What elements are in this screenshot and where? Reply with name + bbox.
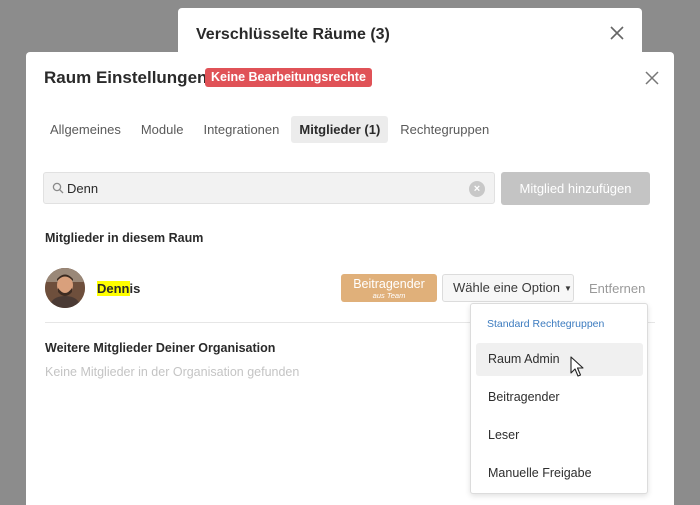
role-badge: Beitragender aus Team [341,274,437,302]
role-source: aus Team [372,291,406,300]
name-highlight: Denn [97,281,130,296]
search-icon [52,182,64,194]
role-dropdown-menu: Standard Rechtegruppen Raum Admin Beitra… [470,303,648,494]
member-name: Dennis [97,281,140,296]
background-dialog-title: Verschlüsselte Räume (3) [196,26,390,43]
dropdown-option-contributor[interactable]: Beitragender [476,381,643,414]
tab-modules[interactable]: Module [133,116,192,143]
role-select[interactable]: Wähle eine Option ▼ [442,274,574,302]
close-icon[interactable] [608,24,626,42]
dropdown-option-reader[interactable]: Leser [476,419,643,452]
tab-permission-groups[interactable]: Rechtegruppen [392,116,497,143]
members-section-title: Mitglieder in diesem Raum [45,231,204,245]
dropdown-group-label: Standard Rechtegruppen [487,318,605,330]
org-empty-text: Keine Mitglieder in der Organisation gef… [45,365,300,379]
clear-search-icon[interactable]: × [469,181,485,197]
role-label: Beitragender [353,277,425,291]
add-member-button[interactable]: Mitglied hinzufügen [501,172,650,205]
org-members-section-title: Weitere Mitglieder Deiner Organisation [45,341,276,355]
remove-member-button[interactable]: Entfernen [589,281,645,296]
dropdown-option-room-admin[interactable]: Raum Admin [476,343,643,376]
tab-general[interactable]: Allgemeines [42,116,129,143]
chevron-down-icon: ▼ [563,284,572,293]
member-search-input[interactable]: Denn × [43,172,495,204]
avatar [45,268,85,308]
name-rest: is [129,281,141,296]
no-edit-rights-badge: Keine Bearbeitungsrechte [205,68,372,87]
dropdown-option-manual-release[interactable]: Manuelle Freigabe [476,457,643,490]
mouse-cursor-icon [570,356,584,377]
tab-integrations[interactable]: Integrationen [195,116,287,143]
tab-bar: Allgemeines Module Integrationen Mitglie… [42,116,501,143]
search-value: Denn [67,181,99,196]
role-select-label: Wähle eine Option [453,280,560,295]
tab-members[interactable]: Mitglieder (1) [291,116,389,143]
dialog-title: Raum Einstellungen [44,68,208,87]
close-icon[interactable] [644,70,660,86]
